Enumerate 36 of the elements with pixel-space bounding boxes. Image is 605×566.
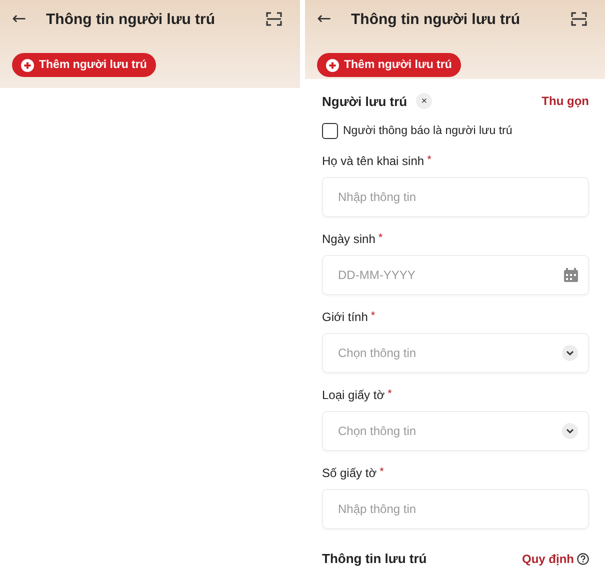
input-field[interactable]: Nhập thông tin [322,489,589,529]
dropdown-field[interactable]: Chọn thông tin [322,411,589,451]
field-label: Giới tính [322,310,368,326]
calendar-icon [564,268,578,282]
scan-icon[interactable] [571,12,587,26]
add-resident-button[interactable]: Thêm người lưu trú [317,53,461,77]
regulation-link[interactable]: Quy định [522,552,589,566]
required-mark: * [427,154,432,168]
remove-button[interactable]: × [416,93,432,109]
plus-circle-icon[interactable] [326,58,339,72]
plus-circle-icon[interactable] [21,58,34,72]
required-mark: * [370,310,376,324]
back-button[interactable]: ← [317,9,339,29]
help-icon[interactable] [577,552,589,564]
checkbox-label: Người thông báo là người lưu trú [343,125,512,137]
section-title: Người lưu trú [322,94,408,108]
chevron-down-icon [562,345,578,361]
field-label: Số giấy tờ [322,466,377,482]
checkbox[interactable] [322,123,338,139]
section-title: Thông tin lưu trú [322,551,427,566]
scan-icon[interactable] [266,12,282,26]
required-mark: * [388,388,392,402]
dropdown-field[interactable]: Chọn thông tin [322,333,589,373]
add-resident-button[interactable]: Thêm người lưu trú [12,53,156,77]
field-label: Loại giấy tờ [322,388,385,404]
chevron-down-icon [562,423,578,439]
field-label: Ngày sinh [322,232,376,248]
collapse-link[interactable]: Thu gọn [542,94,589,108]
screen-title: Thông tin người lưu trú [351,10,522,28]
required-mark: * [380,466,384,480]
field-label: Họ và tên khai sinh [322,154,424,170]
date-field[interactable]: DD-MM-YYYY [322,255,589,295]
back-button[interactable]: ← [12,9,34,29]
input-field[interactable]: Nhập thông tin [322,177,589,217]
screen-title: Thông tin người lưu trú [46,10,216,28]
required-mark: * [378,232,383,246]
